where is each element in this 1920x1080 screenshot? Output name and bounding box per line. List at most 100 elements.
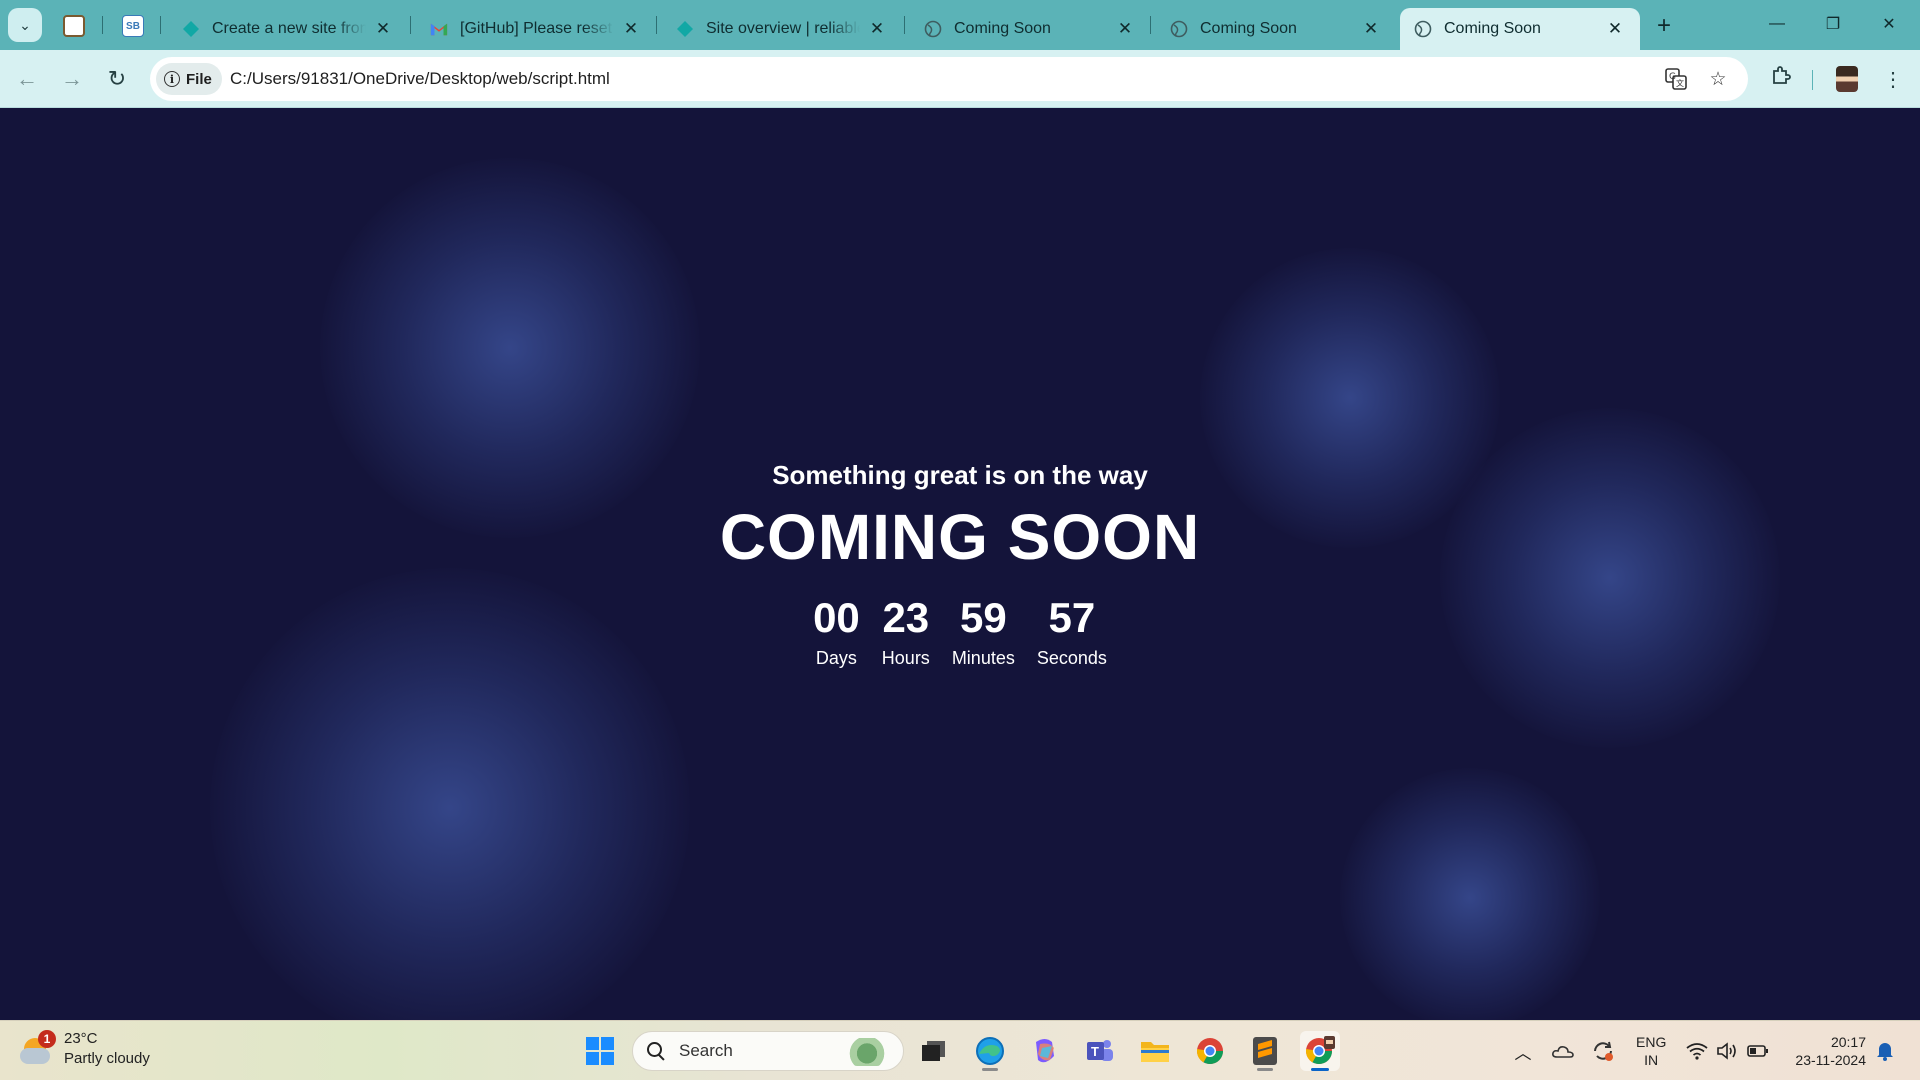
plus-icon: + [1656, 12, 1671, 39]
close-icon[interactable]: ✕ [1114, 18, 1136, 40]
restore-button[interactable]: ❐ [1810, 6, 1856, 42]
globe-icon [1170, 20, 1188, 38]
tab-create-site[interactable]: Create a new site from git ✕ [168, 8, 408, 50]
system-clock[interactable]: 20:17 23-11-2024 [1786, 1033, 1866, 1069]
volume-icon[interactable] [1714, 1035, 1740, 1067]
partly-cloudy-icon: 1 [20, 1030, 56, 1066]
avatar [1836, 66, 1858, 92]
tab-strip: ⌄ SB Create a new site from git ✕ [GitHu… [0, 0, 1920, 50]
netlify-icon [182, 20, 200, 38]
task-view-button[interactable] [914, 1031, 954, 1071]
taskbar-edge[interactable] [970, 1031, 1010, 1071]
tab-github-reset[interactable]: [GitHub] Please reset your password ✕ [416, 8, 656, 50]
url-text[interactable]: C:/Users/91831/OneDrive/Desktop/web/scri… [230, 57, 610, 101]
weather-temp: 23°C [64, 1030, 98, 1047]
bookmark-star-icon[interactable]: ☆ [1706, 67, 1730, 91]
back-button[interactable]: ← [10, 62, 44, 96]
language-line2: IN [1644, 1052, 1659, 1068]
wifi-icon[interactable] [1684, 1035, 1710, 1067]
countdown-value: 57 [1048, 594, 1096, 641]
page-viewport: Something great is on the way COMING SOO… [0, 108, 1920, 1020]
tab-title: Site overview | reliable- [706, 20, 860, 37]
close-icon: ✕ [1882, 16, 1896, 33]
taskbar-teams[interactable]: T [1080, 1031, 1120, 1071]
close-icon[interactable]: ✕ [372, 18, 394, 40]
arrow-left-icon: ← [16, 66, 38, 91]
weather-widget[interactable]: 1 23°C Partly cloudy [20, 1029, 150, 1069]
show-hidden-icons[interactable]: ︿ [1510, 1035, 1536, 1067]
puzzle-icon [1770, 65, 1792, 93]
pinned-tab-2[interactable]: SB [117, 10, 149, 42]
forward-button[interactable]: → [55, 62, 89, 96]
countdown-value: 00 [813, 594, 860, 641]
tab-search-button[interactable]: ⌄ [8, 8, 42, 42]
close-icon[interactable]: ✕ [620, 18, 642, 40]
language-indicator[interactable]: ENG IN [1636, 1033, 1666, 1069]
clock-date: 23-11-2024 [1795, 1052, 1866, 1068]
countdown-minutes: 59 Minutes [952, 594, 1015, 669]
svg-text:T: T [1091, 1044, 1099, 1059]
taskbar-file-explorer[interactable] [1135, 1031, 1175, 1071]
onedrive-icon[interactable] [1548, 1035, 1578, 1067]
kebab-menu-icon: ⋮ [1883, 68, 1903, 91]
browser-toolbar: ← → ↻ i File C:/Users/91831/OneDrive/Des… [0, 50, 1920, 108]
svg-text:文: 文 [1676, 78, 1684, 88]
reload-button[interactable]: ↻ [100, 62, 134, 96]
address-bar[interactable]: i File C:/Users/91831/OneDrive/Desktop/w… [150, 57, 1748, 101]
countdown-timer: 00 Days 23 Hours 59 Minutes 57 Seconds [0, 594, 1920, 669]
arrow-right-icon: → [61, 66, 83, 91]
countdown-label: Minutes [951, 648, 1015, 668]
tab-coming-soon-active[interactable]: Coming Soon ✕ [1400, 8, 1640, 50]
search-highlight-icon [843, 1038, 891, 1066]
tab-coming-soon-2[interactable]: Coming Soon ✕ [1156, 8, 1396, 50]
tab-coming-soon-1[interactable]: Coming Soon ✕ [910, 8, 1150, 50]
window-close-button[interactable]: ✕ [1866, 6, 1912, 42]
menu-button[interactable]: ⋮ [1876, 62, 1910, 96]
battery-icon[interactable] [1744, 1035, 1772, 1067]
globe-icon [924, 20, 942, 38]
extensions-button[interactable] [1764, 62, 1798, 96]
taskbar-sublime[interactable] [1245, 1031, 1285, 1071]
info-icon: i [164, 71, 180, 87]
tab-title: Coming Soon [1200, 20, 1297, 37]
close-icon[interactable]: ✕ [1360, 18, 1382, 40]
close-icon[interactable]: ✕ [866, 18, 888, 40]
search-icon [647, 1042, 665, 1060]
countdown-value: 23 [882, 594, 930, 641]
sync-icon[interactable] [1588, 1035, 1618, 1067]
countdown-value: 59 [959, 594, 1007, 641]
taskbar-chrome[interactable] [1190, 1031, 1230, 1071]
copilot-icon [1036, 1039, 1054, 1063]
chevron-up-icon: ︿ [1514, 1043, 1532, 1063]
taskbar-copilot[interactable] [1025, 1031, 1065, 1071]
taskbar-chrome-profile[interactable] [1300, 1031, 1340, 1071]
chip-label: File [186, 70, 212, 88]
new-tab-button[interactable]: + [1650, 12, 1678, 40]
site-info-chip[interactable]: i File [156, 63, 222, 95]
taskbar-search[interactable]: Search [632, 1031, 904, 1071]
svg-text:G: G [1669, 72, 1676, 82]
notification-bell-icon[interactable] [1872, 1035, 1898, 1067]
close-icon[interactable]: ✕ [1604, 18, 1626, 40]
minimize-button[interactable]: — [1754, 6, 1800, 42]
clock-time: 20:17 [1830, 1034, 1866, 1050]
tab-title: [GitHub] Please reset your password [460, 20, 614, 37]
pinned-tab-1[interactable] [58, 10, 90, 42]
netlify-icon [676, 20, 694, 38]
countdown-seconds: 57 Seconds [1037, 594, 1107, 669]
tab-site-overview[interactable]: Site overview | reliable- ✕ [662, 8, 902, 50]
gmail-icon [430, 20, 448, 38]
minimize-icon: — [1769, 15, 1785, 32]
sb-icon: SB [122, 15, 144, 37]
translate-icon[interactable]: G文 [1664, 67, 1688, 91]
profile-button[interactable] [1830, 62, 1864, 96]
countdown-label: Hours [881, 648, 930, 668]
reload-icon: ↻ [107, 66, 127, 91]
page-title: COMING SOON [719, 501, 1201, 573]
start-button[interactable] [580, 1031, 620, 1071]
countdown-days: 00 Days [813, 594, 860, 669]
chrome-profile-icon [1305, 1036, 1335, 1065]
search-placeholder: Search [679, 1041, 733, 1060]
chrome-icon [1196, 1038, 1224, 1065]
restore-icon: ❐ [1825, 16, 1841, 33]
